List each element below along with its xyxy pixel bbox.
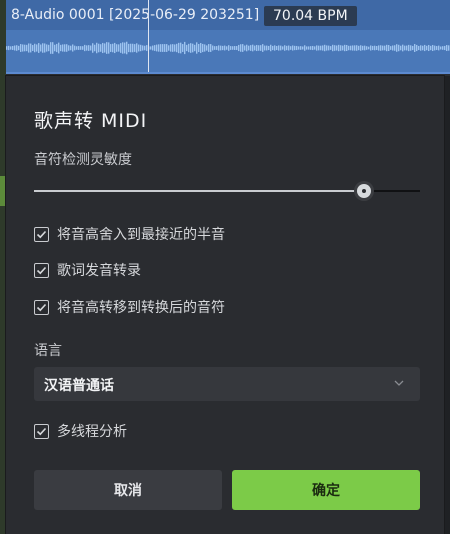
audio-clip[interactable]: 8-Audio 0001 [2025-06-29 203251] 70.04 B… (6, 0, 450, 74)
clip-title: 8-Audio 0001 [2025-06-29 203251] (11, 7, 260, 23)
checkbox-icon (34, 299, 49, 315)
dialog-title: 歌声转 MIDI (34, 110, 148, 132)
multithread-checkbox[interactable]: 多线程分析 (34, 421, 127, 441)
checkbox-icon (34, 423, 49, 439)
waveform (6, 41, 450, 55)
sensitivity-slider[interactable] (34, 184, 420, 198)
slider-rest (364, 190, 420, 192)
round-pitch-checkbox[interactable]: 将音高舍入到最接近的半音 (34, 224, 225, 244)
slider-fill (34, 190, 364, 192)
lyrics-transcription-checkbox[interactable]: 歌词发音转录 (34, 260, 141, 280)
lyrics-transcription-label: 歌词发音转录 (57, 263, 141, 279)
transfer-pitch-checkbox[interactable]: 将音高转移到转换后的音符 (34, 297, 225, 317)
audio-track: 8-Audio 0001 [2025-06-29 203251] 70.04 B… (0, 0, 450, 76)
chevron-down-icon (394, 380, 404, 386)
cancel-button[interactable]: 取消 (34, 470, 222, 510)
bpm-badge: 70.04 BPM (264, 6, 357, 26)
transfer-pitch-label: 将音高转移到转换后的音符 (57, 300, 225, 316)
language-value: 汉语普通话 (44, 378, 114, 394)
sensitivity-label: 音符检测灵敏度 (34, 152, 132, 168)
multithread-label: 多线程分析 (57, 424, 127, 440)
language-label: 语言 (34, 343, 62, 359)
checkbox-icon (34, 262, 49, 278)
slider-thumb[interactable] (357, 184, 371, 198)
language-select[interactable]: 汉语普通话 (34, 367, 420, 401)
round-pitch-label: 将音高舍入到最接近的半音 (57, 227, 225, 243)
ok-button[interactable]: 确定 (232, 470, 420, 510)
playhead[interactable] (148, 0, 149, 72)
voice-to-midi-dialog: 歌声转 MIDI 音符检测灵敏度 将音高舍入到最接近的半音 歌词发音转录 将音高… (6, 76, 444, 534)
checkbox-icon (34, 226, 49, 242)
